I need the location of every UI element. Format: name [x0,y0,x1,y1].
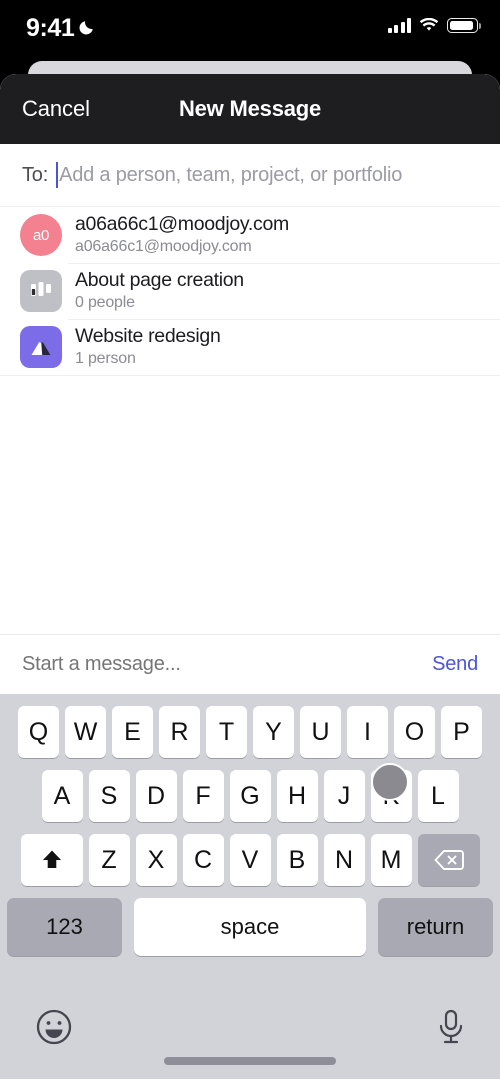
backspace-icon [434,850,464,870]
status-icons [387,18,481,33]
backspace-key[interactable] [417,834,480,886]
avatar: a0 [20,214,62,256]
key-m[interactable]: M [370,834,412,886]
keyboard-row-2: ASDFGHJKL [0,770,500,822]
list-item-subtitle: 1 person [75,350,136,367]
list-item-title: a06a66c1@moodjoy.com [75,213,289,235]
list-item-title: Website redesign [75,325,221,347]
key-g[interactable]: G [229,770,271,822]
key-s[interactable]: S [88,770,130,822]
key-t[interactable]: T [206,706,247,758]
emoji-smiley-icon[interactable] [32,1005,76,1049]
list-item[interactable]: a0 a06a66c1@moodjoy.com a06a66c1@moodjoy… [0,207,500,263]
key-f[interactable]: F [182,770,224,822]
to-label: To: [22,163,49,186]
key-c[interactable]: C [182,834,224,886]
wifi-icon [419,18,439,31]
key-e[interactable]: E [112,706,153,758]
message-input[interactable] [22,653,433,676]
sheet-navbar: Cancel New Message [0,74,500,144]
shift-key[interactable] [20,834,83,886]
key-i[interactable]: I [347,706,388,758]
text-caret [56,162,59,188]
page-title: New Message [178,96,322,121]
crescent-moon-icon [79,21,93,35]
on-screen-keyboard: QWERTYUIOP ASDFGHJKL ZXCVBNM 123 space r… [0,694,500,1079]
key-k[interactable]: K [370,770,412,822]
list-item[interactable]: Website redesign 1 person [0,319,500,375]
key-j[interactable]: J [323,770,365,822]
key-w[interactable]: W [65,706,106,758]
list-item[interactable]: About page creation 0 people [0,263,500,319]
list-item-text: Website redesign 1 person [75,325,221,369]
key-u[interactable]: U [300,706,341,758]
key-v[interactable]: V [229,834,271,886]
key-l[interactable]: L [417,770,459,822]
keyboard-row-4: 123 space return [0,898,500,956]
status-bar: 9:41 [0,0,500,58]
list-item-text: a06a66c1@moodjoy.com a06a66c1@moodjoy.co… [75,213,289,257]
keyboard-bottom-bar [0,987,500,1079]
keyboard-row-3: ZXCVBNM [0,834,500,886]
space-key[interactable]: space [134,898,366,956]
key-y[interactable]: Y [253,706,294,758]
send-button[interactable]: Send [432,653,478,676]
list-item-title: About page creation [75,269,244,291]
empty-content-area [0,376,500,634]
recipient-input-wrap[interactable]: Add a person, team, project, or portfoli… [56,162,500,188]
key-x[interactable]: X [135,834,177,886]
message-composer: Send [0,634,500,694]
avatar-initials: a0 [32,226,50,244]
suggestion-list: a0 a06a66c1@moodjoy.com a06a66c1@moodjoy… [0,207,500,376]
key-o[interactable]: O [394,706,435,758]
key-d[interactable]: D [135,770,177,822]
battery-icon [447,18,481,33]
key-n[interactable]: N [323,834,365,886]
mountain-project-icon [20,326,62,368]
battery-fill [449,20,474,31]
avatar [20,270,62,312]
key-a[interactable]: A [41,770,83,822]
recipient-placeholder: Add a person, team, project, or portfoli… [59,163,403,186]
key-h[interactable]: H [276,770,318,822]
recipient-field-row[interactable]: To: Add a person, team, project, or port… [0,144,500,207]
new-message-sheet: Cancel New Message To: Add a person, tea… [0,74,500,1080]
list-item-subtitle: 0 people [75,294,135,311]
home-indicator [164,1057,336,1065]
phone-screen: 9:41 Cancel New Message To: Add a person… [0,0,500,1080]
numbers-key[interactable]: 123 [7,898,122,956]
cellular-signal-icon [387,18,411,33]
shift-arrow-icon [42,850,61,868]
microphone-icon[interactable] [434,1005,468,1049]
list-item-subtitle: a06a66c1@moodjoy.com [75,238,252,255]
key-r[interactable]: R [159,706,200,758]
key-p[interactable]: P [441,706,482,758]
user-avatar-icon: a0 [20,214,62,256]
return-key[interactable]: return [378,898,493,956]
keyboard-row-1: QWERTYUIOP [0,706,500,758]
status-time: 9:41 [26,14,75,42]
key-z[interactable]: Z [88,834,130,886]
board-icon [20,270,62,312]
key-q[interactable]: Q [18,706,59,758]
list-item-text: About page creation 0 people [75,269,244,313]
key-b[interactable]: B [276,834,318,886]
avatar [20,326,62,368]
